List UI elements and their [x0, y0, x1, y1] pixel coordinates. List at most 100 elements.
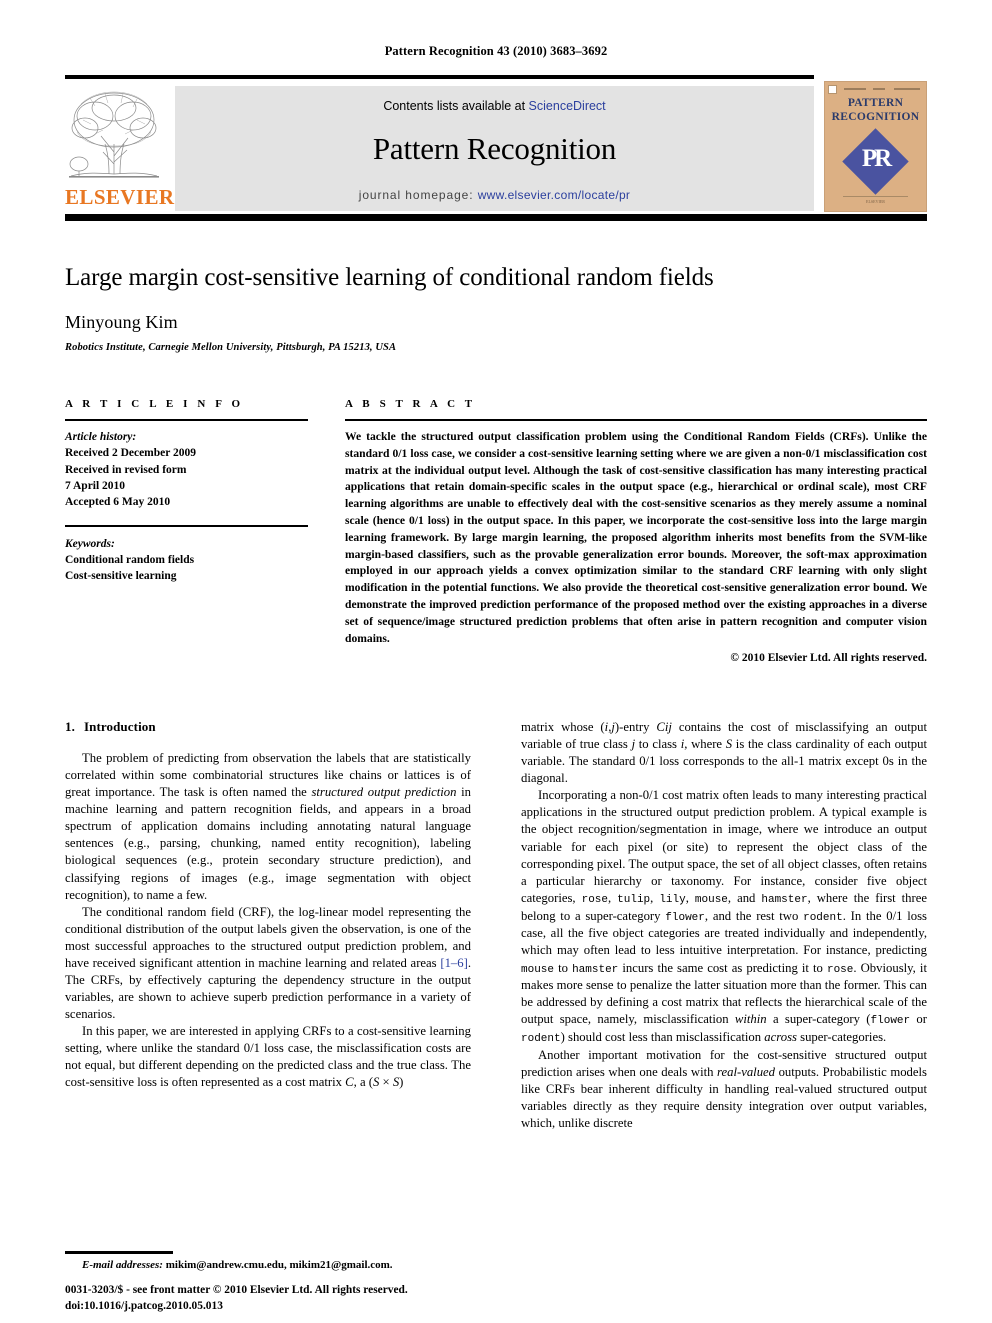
text-run: , where — [684, 737, 726, 752]
text-run: ) should cost less than misclassificatio… — [560, 1030, 765, 1045]
text-run: , and the rest two — [704, 908, 804, 923]
article-history-label: Article history: — [65, 431, 137, 443]
abstract-column: A B S T R A C T We tackle the structured… — [345, 398, 927, 664]
article-info-heading: A R T I C L E I N F O — [65, 398, 244, 410]
text-run: , a ( — [353, 1075, 373, 1090]
journal-cover-thumbnail: PATTERN RECOGNITION PR ELSEVIER — [824, 81, 927, 212]
text-run: )-entry — [614, 720, 657, 734]
article-history-item: Received in revised form — [65, 463, 187, 476]
section-number: 1. — [65, 719, 75, 734]
cover-journal-title: PATTERN RECOGNITION — [825, 97, 926, 124]
info-abstract-region: A R T I C L E I N F O Article history: R… — [65, 398, 927, 681]
text-run-italic: real-valued — [717, 1065, 776, 1080]
cover-title-line-2: RECOGNITION — [831, 110, 920, 123]
text-run-italic: Cij — [656, 720, 672, 734]
cover-footer-text: ELSEVIER — [866, 199, 885, 204]
elsevier-logo: ELSEVIER — [65, 86, 175, 209]
sciencedirect-link[interactable]: ScienceDirect — [529, 99, 606, 113]
keyword-item: Cost-sensitive learning — [65, 570, 177, 583]
section-label: Introduction — [83, 719, 156, 734]
body-columns: 1. Introduction The problem of predicting… — [65, 719, 927, 1164]
paragraph: Incorporating a non-0/1 cost matrix ofte… — [521, 787, 927, 1047]
text-run: , and — [727, 890, 762, 905]
footnote-email-line: E-mail addresses: mikim@andrew.cmu.edu, … — [65, 1259, 471, 1271]
text-run: , — [685, 890, 695, 905]
text-run: , — [608, 890, 618, 905]
title-block: Large margin cost-sensitive learning of … — [65, 263, 927, 353]
text-run: or — [910, 1012, 928, 1027]
text-run: matrix whose ( — [521, 720, 605, 734]
code-term: hamster — [761, 893, 808, 906]
text-run: to — [554, 960, 573, 975]
code-term: flower — [870, 1015, 911, 1028]
masthead-center-panel: Contents lists available at ScienceDirec… — [175, 86, 814, 211]
code-term: tulip — [617, 893, 651, 906]
paper-page: Pattern Recognition 43 (2010) 3683–3692 — [0, 0, 992, 1323]
cover-tick-2 — [873, 88, 885, 90]
code-term: flower — [665, 911, 705, 924]
email-label: E-mail addresses: — [82, 1259, 163, 1271]
footnote-rule — [65, 1251, 173, 1254]
keyword-item: Conditional random fields — [65, 553, 195, 566]
journal-homepage-line: journal homepage: www.elsevier.com/locat… — [175, 188, 814, 202]
cover-tick-3 — [894, 88, 920, 90]
text-run: Incorporating a non-0/1 cost matrix ofte… — [521, 788, 927, 905]
keywords-label: Keywords: — [65, 537, 115, 550]
email-addresses[interactable]: mikim@andrew.cmu.edu, mikim21@gmail.com. — [166, 1259, 393, 1271]
text-run-italic: structured output prediction — [311, 785, 457, 800]
paragraph: The conditional random field (CRF), the … — [65, 904, 471, 1024]
text-run: ) — [399, 1075, 404, 1090]
text-run: In this paper, we are interested in appl… — [65, 1024, 471, 1090]
author-affiliation: Robotics Institute, Carnegie Mellon Univ… — [65, 342, 397, 353]
cover-footer-rule — [843, 196, 908, 197]
body-column-right: matrix whose (i,j)-entry Cij contains th… — [521, 719, 927, 1132]
issn-line: 0031-3203/$ - see front matter © 2010 El… — [65, 1284, 408, 1297]
text-run: The conditional random field (CRF), the … — [65, 904, 471, 970]
keywords-block: Keywords: Conditional random fields Cost… — [65, 536, 308, 585]
article-history-item: Accepted 6 May 2010 — [65, 496, 171, 509]
abstract-rule — [345, 419, 927, 421]
doi-line[interactable]: doi:10.1016/j.patcog.2010.05.013 — [65, 1299, 495, 1315]
cover-pr-monogram: PR — [861, 145, 892, 172]
abstract-copyright: © 2010 Elsevier Ltd. All rights reserved… — [730, 652, 927, 665]
code-term: rodent — [803, 911, 843, 924]
journal-homepage-link[interactable]: www.elsevier.com/locate/pr — [478, 188, 631, 202]
contents-prefix: Contents lists available at — [383, 99, 529, 113]
text-run: a super-category ( — [766, 1012, 871, 1027]
body-column-left: 1. Introduction The problem of predicting… — [65, 719, 471, 1092]
cover-elsevier-mini-logo — [828, 85, 837, 94]
cover-tick-1 — [844, 88, 866, 90]
citation-link[interactable]: [1–6] — [440, 956, 467, 970]
cover-title-line-1: PATTERN — [847, 97, 904, 109]
text-run: in machine learning and pattern recognit… — [65, 785, 471, 902]
cover-header-strip — [828, 85, 923, 94]
footnote-block: E-mail addresses: mikim@andrew.cmu.edu, … — [65, 1251, 471, 1271]
text-run-italic: C — [345, 1075, 354, 1090]
text-run-italic: across — [764, 1030, 797, 1045]
code-term: lily — [659, 893, 686, 906]
journal-masthead: ELSEVIER Contents lists available at Sci… — [65, 75, 927, 221]
running-head: Pattern Recognition 43 (2010) 3683–3692 — [384, 44, 608, 58]
homepage-prefix: journal homepage: — [358, 188, 478, 202]
section-heading-introduction: 1. Introduction — [65, 719, 471, 735]
code-term: rose — [581, 893, 608, 906]
article-info-column: A R T I C L E I N F O Article history: R… — [65, 398, 308, 585]
text-run: super-categories. — [796, 1030, 887, 1045]
paragraph: In this paper, we are interested in appl… — [65, 1023, 471, 1091]
article-info-rule-bottom — [65, 524, 308, 527]
text-run: to class — [635, 737, 681, 752]
journal-title: Pattern Recognition — [372, 131, 617, 166]
code-term: mouse — [694, 893, 728, 906]
code-term: rodent — [521, 1033, 561, 1046]
masthead-bottom-rule — [65, 214, 927, 221]
text-run: × — [379, 1075, 393, 1090]
abstract-text: We tackle the structured output classifi… — [345, 430, 927, 645]
code-term: hamster — [572, 963, 619, 976]
code-term: rose — [826, 963, 854, 976]
article-history-item: 7 April 2010 — [65, 479, 126, 492]
elsevier-wordmark: ELSEVIER — [65, 185, 175, 209]
elsevier-tree-icon — [69, 91, 159, 178]
paragraph: The problem of predicting from observati… — [65, 750, 471, 904]
contents-available-line: Contents lists available at ScienceDirec… — [175, 86, 814, 113]
article-history-item: Received 2 December 2009 — [65, 447, 197, 460]
